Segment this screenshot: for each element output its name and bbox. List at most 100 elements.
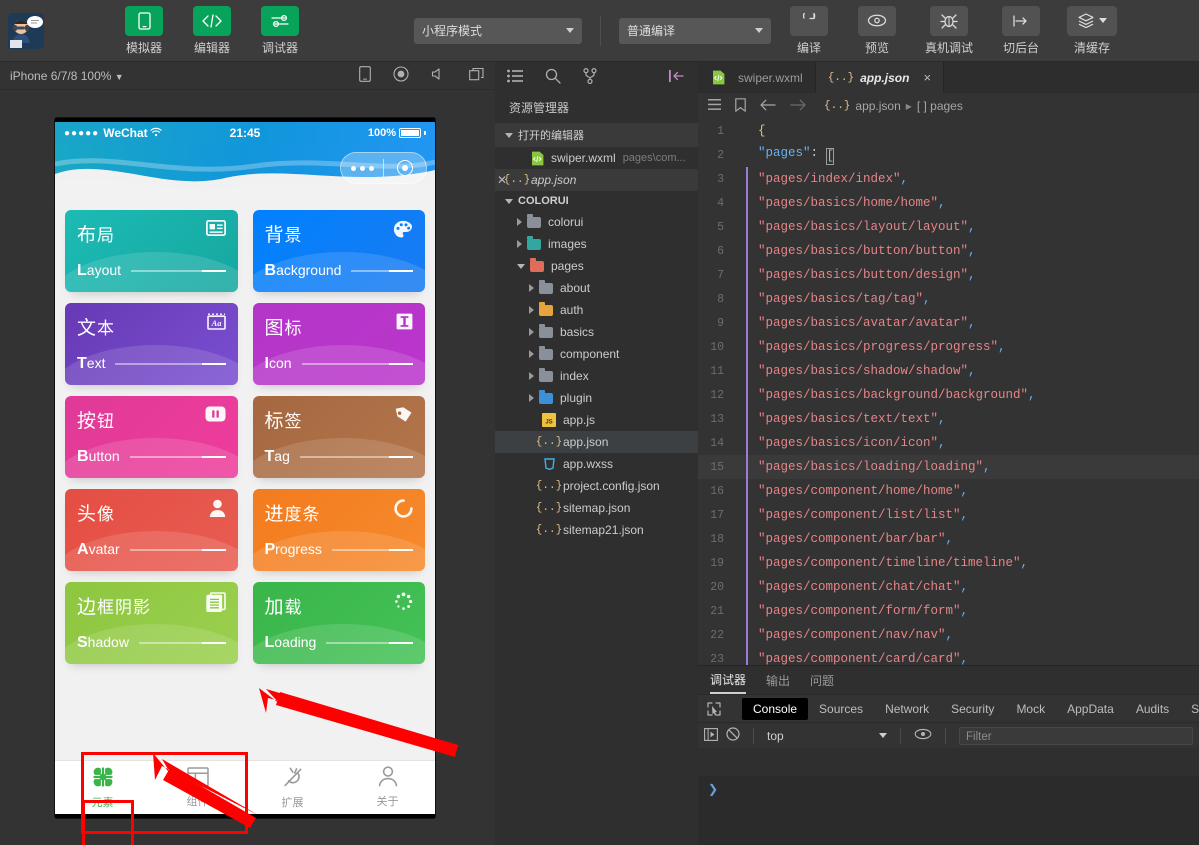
tabbar-item-关于[interactable]: 关于 bbox=[340, 761, 435, 814]
card-background[interactable]: 背景 Background bbox=[252, 210, 425, 292]
code-line-4[interactable]: 4 "pages/basics/home/home", bbox=[698, 191, 1199, 215]
devtools-tab-network[interactable]: Network bbox=[874, 698, 940, 720]
code-line-17[interactable]: 17 "pages/component/list/list", bbox=[698, 503, 1199, 527]
back-arrow-icon[interactable] bbox=[760, 99, 776, 114]
execute-icon[interactable] bbox=[704, 727, 718, 744]
breadcrumb-node[interactable]: [ ] pages bbox=[917, 99, 963, 113]
tabbar-item-元素[interactable]: 元素 bbox=[55, 761, 150, 814]
compile-select[interactable]: 普通编译 bbox=[619, 17, 771, 44]
project-section[interactable]: COLORUI bbox=[495, 191, 698, 211]
devtools-tab-console[interactable]: Console bbox=[742, 697, 809, 720]
tree-item-images[interactable]: images bbox=[495, 233, 698, 255]
sound-icon[interactable] bbox=[431, 67, 447, 84]
rotate-icon[interactable] bbox=[359, 66, 371, 85]
code-line-21[interactable]: 21 "pages/component/form/form", bbox=[698, 599, 1199, 623]
tree-item-auth[interactable]: auth bbox=[495, 299, 698, 321]
code-line-1[interactable]: 1{ bbox=[698, 119, 1199, 143]
forward-arrow-icon[interactable] bbox=[790, 99, 806, 114]
card-text[interactable]: 文本 Aa Text bbox=[65, 303, 238, 385]
devtools-tab-security[interactable]: Security bbox=[940, 698, 1005, 720]
inspect-icon[interactable] bbox=[706, 701, 722, 716]
code-line-22[interactable]: 22 "pages/component/nav/nav", bbox=[698, 623, 1199, 647]
tree-item-sitemap21.json[interactable]: {..} sitemap21.json bbox=[495, 519, 698, 541]
chevron-right-icon[interactable] bbox=[529, 328, 534, 336]
card-tag[interactable]: 标签 Tag bbox=[252, 396, 425, 478]
toolbar-button-compile[interactable]: 编译 bbox=[781, 5, 837, 56]
code-line-10[interactable]: 10 "pages/basics/progress/progress", bbox=[698, 335, 1199, 359]
files-icon[interactable] bbox=[507, 69, 523, 86]
devtools-tab-sources[interactable]: Sources bbox=[808, 698, 874, 720]
open-editors-section[interactable]: 打开的编辑器 bbox=[495, 123, 698, 147]
breadcrumb-file[interactable]: app.json bbox=[855, 99, 900, 113]
tree-item-plugin[interactable]: plugin bbox=[495, 387, 698, 409]
chevron-right-icon[interactable] bbox=[517, 240, 522, 248]
chevron-right-icon[interactable] bbox=[529, 306, 534, 314]
toolbar-button-editor[interactable]: 编辑器 bbox=[184, 5, 240, 56]
toolbar-button-preview[interactable]: 预览 bbox=[849, 5, 905, 56]
debug-tab-问题[interactable]: 问题 bbox=[810, 666, 834, 694]
code-line-9[interactable]: 9 "pages/basics/avatar/avatar", bbox=[698, 311, 1199, 335]
code-line-20[interactable]: 20 "pages/component/chat/chat", bbox=[698, 575, 1199, 599]
filter-input[interactable]: Filter bbox=[959, 726, 1193, 745]
code-line-7[interactable]: 7 "pages/basics/button/design", bbox=[698, 263, 1199, 287]
mode-select[interactable]: 小程序模式 bbox=[414, 17, 582, 44]
open-editor-swiper-wxml[interactable]: swiper.wxml pages\com... bbox=[495, 147, 698, 169]
close-icon[interactable]: × bbox=[923, 70, 931, 85]
devtools-tab-appdata[interactable]: AppData bbox=[1056, 698, 1125, 720]
tree-item-component[interactable]: component bbox=[495, 343, 698, 365]
tabbar-item-组件[interactable]: 组件 bbox=[150, 761, 245, 814]
source-control-icon[interactable] bbox=[583, 67, 597, 87]
console-context-select[interactable]: top bbox=[767, 729, 887, 743]
tree-item-colorui[interactable]: colorui bbox=[495, 211, 698, 233]
devtools-tab-mock[interactable]: Mock bbox=[1005, 698, 1056, 720]
chevron-right-icon[interactable] bbox=[529, 394, 534, 402]
tree-item-index[interactable]: index bbox=[495, 365, 698, 387]
toolbar-button-clear-cache[interactable]: 清缓存 bbox=[1061, 5, 1123, 56]
card-avatar[interactable]: 头像 Avatar bbox=[65, 489, 238, 571]
search-icon[interactable] bbox=[545, 68, 561, 87]
bookmark-icon[interactable] bbox=[735, 97, 746, 115]
chevron-down-icon[interactable] bbox=[517, 263, 525, 269]
tree-item-app.js[interactable]: JS app.js bbox=[495, 409, 698, 431]
device-select[interactable]: iPhone 6/7/8 100% ▼ bbox=[10, 69, 124, 83]
code-line-18[interactable]: 18 "pages/component/bar/bar", bbox=[698, 527, 1199, 551]
devtools-tab-audits[interactable]: Audits bbox=[1125, 698, 1180, 720]
code-line-16[interactable]: 16 "pages/component/home/home", bbox=[698, 479, 1199, 503]
tree-item-project.config.json[interactable]: {..} project.config.json bbox=[495, 475, 698, 497]
code-line-5[interactable]: 5 "pages/basics/layout/layout", bbox=[698, 215, 1199, 239]
toolbar-button-simulator[interactable]: 模拟器 bbox=[116, 5, 172, 56]
chevron-right-icon[interactable] bbox=[517, 218, 522, 226]
code-line-12[interactable]: 12 "pages/basics/background/background", bbox=[698, 383, 1199, 407]
card-button[interactable]: 按钮 Button bbox=[65, 396, 238, 478]
eye-icon[interactable] bbox=[914, 728, 932, 743]
tabbar-item-扩展[interactable]: 扩展 bbox=[245, 761, 340, 814]
toolbar-button-background[interactable]: 切后台 bbox=[993, 5, 1049, 56]
code-line-11[interactable]: 11 "pages/basics/shadow/shadow", bbox=[698, 359, 1199, 383]
code-line-6[interactable]: 6 "pages/basics/button/button", bbox=[698, 239, 1199, 263]
clear-console-icon[interactable] bbox=[726, 727, 740, 744]
code-area[interactable]: 1{2 "pages": [3 "pages/index/index", 4 "page… bbox=[698, 119, 1199, 665]
card-icon[interactable]: 图标 Icon bbox=[252, 303, 425, 385]
debug-tab-输出[interactable]: 输出 bbox=[766, 666, 790, 694]
chevron-right-icon[interactable] bbox=[529, 350, 534, 358]
console-output[interactable]: ❯ bbox=[698, 776, 1199, 845]
toolbar-button-real-device-debug[interactable]: 真机调试 bbox=[917, 5, 981, 56]
chevron-right-icon[interactable] bbox=[529, 284, 534, 292]
tree-item-sitemap.json[interactable]: {..} sitemap.json bbox=[495, 497, 698, 519]
tree-item-app.wxss[interactable]: app.wxss bbox=[495, 453, 698, 475]
editor-tab-app-json[interactable]: {..} app.json × bbox=[815, 62, 945, 93]
devtools-tab-s[interactable]: S bbox=[1180, 698, 1199, 720]
code-line-3[interactable]: 3 "pages/index/index", bbox=[698, 167, 1199, 191]
tree-item-app.json[interactable]: {..} app.json bbox=[495, 431, 698, 453]
code-line-8[interactable]: 8 "pages/basics/tag/tag", bbox=[698, 287, 1199, 311]
card-layout[interactable]: 布局 Layout bbox=[65, 210, 238, 292]
more-dots-icon[interactable] bbox=[341, 165, 383, 171]
open-editor-app-json[interactable]: ✕ {..} app.json bbox=[495, 169, 698, 191]
collapse-panel-icon[interactable] bbox=[669, 69, 686, 86]
debug-tab-调试器[interactable]: 调试器 bbox=[710, 666, 747, 694]
code-line-23[interactable]: 23 "pages/component/card/card", bbox=[698, 647, 1199, 665]
avatar[interactable] bbox=[8, 12, 44, 49]
tree-item-about[interactable]: about bbox=[495, 277, 698, 299]
close-circle-icon[interactable] bbox=[384, 160, 426, 176]
windows-icon[interactable] bbox=[469, 67, 485, 84]
